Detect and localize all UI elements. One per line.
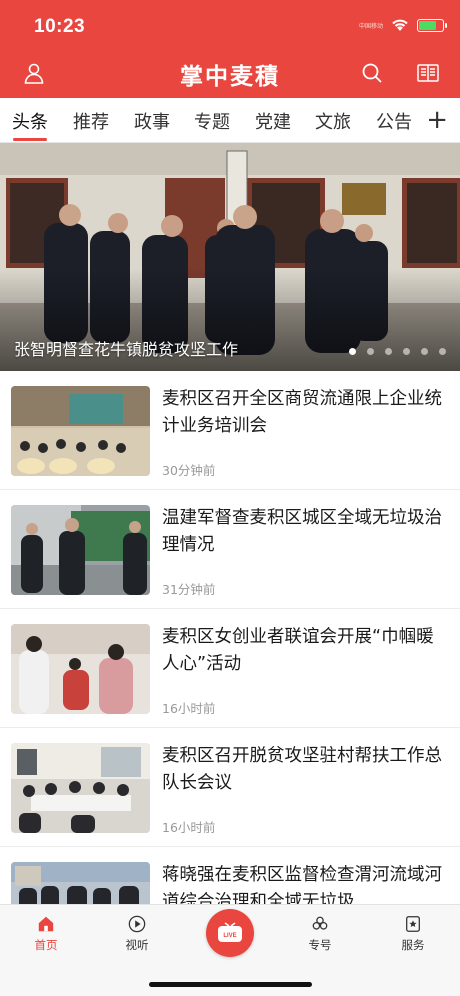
news-time: 16小时前	[162, 820, 216, 835]
news-time: 30分钟前	[162, 463, 216, 478]
top-nav-bar: 掌中麦積	[0, 52, 460, 98]
home-indicator	[149, 982, 312, 987]
list-item[interactable]: 麦积区召开脱贫攻坚驻村帮扶工作总队长会议 16小时前	[0, 728, 460, 847]
news-title: 温建军督查麦积区城区全域无垃圾治理情况	[162, 508, 442, 555]
news-title: 麦积区召开脱贫攻坚驻村帮扶工作总队长会议	[162, 746, 442, 793]
live-label: LIVE	[223, 933, 236, 939]
status-right: 中国移动	[358, 18, 447, 32]
status-time: 10:23	[34, 16, 86, 37]
carrier-label: 中国移动	[358, 23, 383, 30]
status-bar: 10:23 中国移动	[0, 0, 460, 52]
clover-icon	[312, 916, 328, 930]
news-time: 16小时前	[162, 701, 216, 716]
wifi-icon	[392, 19, 408, 31]
carousel-dot[interactable]	[439, 348, 446, 355]
tab-video[interactable]: 视听	[107, 915, 167, 953]
carousel-dot[interactable]	[403, 348, 410, 355]
battery-level	[419, 20, 437, 30]
carousel-dots	[349, 348, 446, 355]
add-tab-button[interactable]: +	[426, 105, 448, 135]
list-item[interactable]: 温建军督查麦积区城区全域无垃圾治理情况 31分钟前	[0, 490, 460, 609]
list-item[interactable]: 麦积区女创业者联谊会开展“巾帼暖人心”活动 16小时前	[0, 609, 460, 728]
tab-special-label: 专号	[308, 938, 332, 952]
list-item[interactable]: 麦积区召开全区商贸流通限上企业统计业务培训会 30分钟前	[0, 371, 460, 490]
tab-politics[interactable]: 政事	[134, 108, 170, 134]
headline-carousel[interactable]: 张智明督查花牛镇脱贫攻坚工作	[0, 143, 460, 371]
tab-party[interactable]: 党建	[255, 108, 291, 134]
tab-special[interactable]: 专号	[290, 915, 350, 953]
tab-service-label: 服务	[401, 938, 425, 952]
news-title: 麦积区召开全区商贸流通限上企业统计业务培训会	[162, 389, 442, 436]
live-button[interactable]: LIVE	[206, 909, 254, 957]
service-icon	[406, 916, 420, 932]
tab-service[interactable]: 服务	[383, 915, 443, 953]
carousel-dot[interactable]	[367, 348, 374, 355]
carousel-dot[interactable]	[349, 348, 356, 355]
news-list: 麦积区召开全区商贸流通限上企业统计业务培训会 30分钟前 温建军督查麦积区城区全…	[0, 371, 460, 966]
home-icon	[38, 916, 54, 932]
tab-recommend[interactable]: 推荐	[73, 108, 109, 134]
tab-headlines[interactable]: 头条	[12, 108, 48, 134]
tab-topics[interactable]: 专题	[194, 108, 230, 134]
carousel-dot[interactable]	[421, 348, 428, 355]
tab-notices[interactable]: 公告	[376, 108, 412, 134]
news-thumbnail	[11, 386, 150, 476]
news-thumbnail	[11, 505, 150, 595]
news-thumbnail	[11, 624, 150, 714]
news-thumbnail	[11, 743, 150, 833]
play-icon	[128, 915, 146, 933]
live-tv-icon: LIVE	[218, 922, 242, 942]
news-title: 麦积区女创业者联谊会开展“巾帼暖人心”活动	[162, 627, 434, 674]
category-tabs: 头条 推荐 政事 专题 党建 文旅 公告 +	[0, 98, 460, 143]
battery-icon	[417, 18, 447, 32]
book-icon[interactable]	[416, 61, 440, 85]
app-title: 掌中麦積	[180, 63, 280, 90]
news-time: 31分钟前	[162, 582, 216, 597]
search-icon[interactable]	[360, 61, 384, 85]
active-tab-indicator	[13, 138, 47, 141]
carousel-dot[interactable]	[385, 348, 392, 355]
tab-video-label: 视听	[125, 938, 149, 952]
tab-culture-travel[interactable]: 文旅	[315, 108, 351, 134]
tab-home[interactable]: 首页	[16, 915, 76, 953]
tab-home-label: 首页	[34, 938, 58, 952]
banner-caption: 张智明督查花牛镇脱贫攻坚工作	[14, 340, 239, 359]
